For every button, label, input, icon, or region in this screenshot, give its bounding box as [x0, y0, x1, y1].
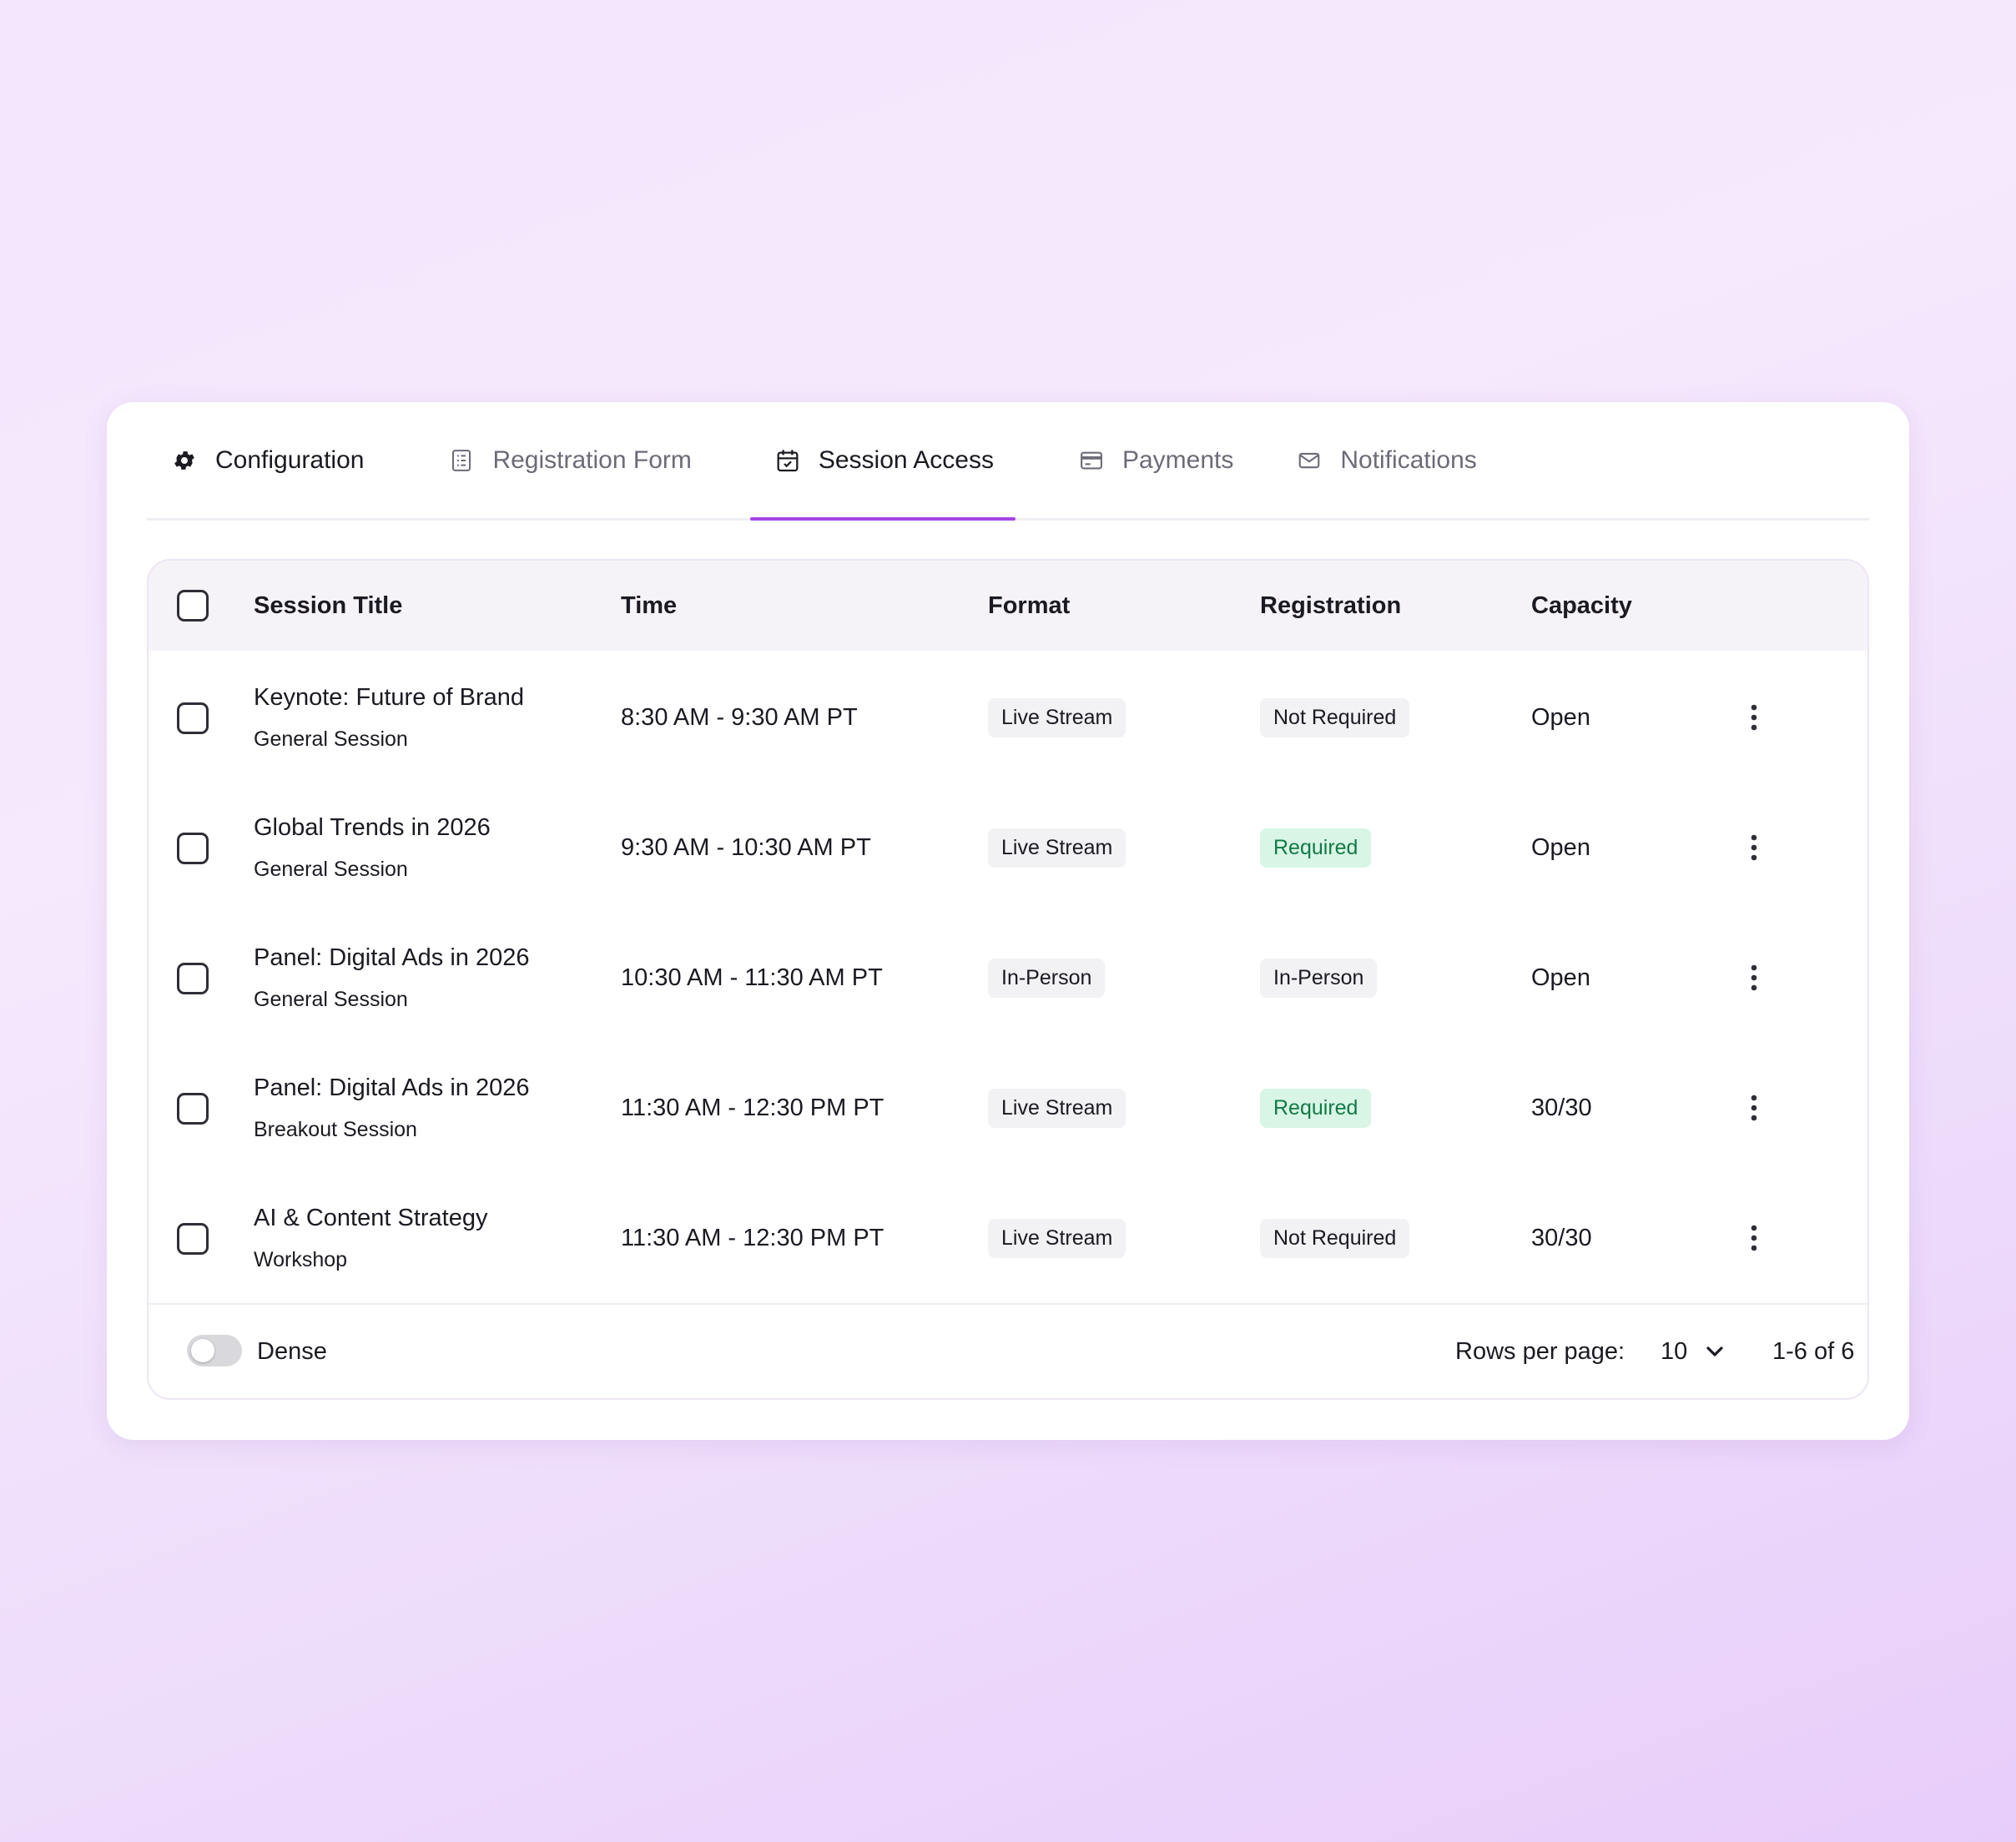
rows-per-page-value: 10 — [1661, 1337, 1688, 1365]
row-checkbox[interactable] — [177, 1223, 209, 1255]
dense-label: Dense — [257, 1337, 327, 1365]
session-title: Keynote: Future of Brand — [254, 684, 525, 711]
table-header: Session Title Time Format Registration C… — [149, 561, 1867, 651]
session-title: AI & Content Strategy — [254, 1205, 488, 1231]
tab-session-access[interactable]: Session Access — [749, 402, 1016, 521]
table-row[interactable]: AI & Content Strategy Workshop 11:30 AM … — [149, 1173, 1867, 1303]
session-type: Breakout Session — [254, 1118, 417, 1141]
row-checkbox[interactable] — [177, 1093, 209, 1125]
tab-bar: Configuration Registration Form Session … — [147, 402, 1869, 521]
form-icon — [447, 446, 476, 475]
table-row[interactable]: Panel: Digital Ads in 2026 Breakout Sess… — [149, 1043, 1867, 1173]
row-checkbox[interactable] — [177, 963, 209, 994]
session-time: 11:30 AM - 12:30 PM PT — [621, 1224, 885, 1251]
session-title: Panel: Digital Ads in 2026 — [254, 944, 530, 971]
pagination-range: 1-6 of 6 — [1772, 1337, 1855, 1365]
more-options-icon[interactable] — [1737, 652, 1771, 783]
table-row[interactable]: Keynote: Future of Brand General Session… — [149, 652, 1867, 783]
format-badge: Live Stream — [988, 828, 1126, 868]
settings-card: Configuration Registration Form Session … — [107, 402, 1909, 1440]
capacity-value: Open — [1531, 833, 1590, 861]
session-type: Workshop — [254, 1248, 348, 1271]
format-badge: Live Stream — [988, 697, 1126, 737]
session-type: General Session — [254, 858, 408, 881]
chevron-down-icon — [1706, 1346, 1724, 1357]
sessions-table: Session Title Time Format Registration C… — [147, 559, 1869, 1400]
tab-label: Registration Form — [492, 445, 692, 474]
row-checkbox[interactable] — [177, 702, 209, 734]
session-title: Global Trends in 2026 — [254, 814, 491, 841]
format-badge: In-Person — [988, 958, 1106, 998]
select-all-checkbox[interactable] — [177, 590, 209, 622]
calendar-check-icon — [774, 446, 802, 475]
registration-badge: Required — [1260, 1088, 1372, 1128]
more-options-icon[interactable] — [1737, 783, 1771, 913]
registration-badge: Not Required — [1260, 697, 1410, 737]
tab-label: Session Access — [818, 445, 994, 474]
capacity-value: 30/30 — [1531, 1094, 1592, 1121]
header-registration[interactable]: Registration — [1260, 561, 1401, 651]
format-badge: Live Stream — [988, 1218, 1126, 1258]
gear-icon — [170, 446, 199, 475]
more-options-icon[interactable] — [1737, 913, 1771, 1043]
tab-notifications[interactable]: Notifications — [1273, 402, 1498, 518]
table-footer: Dense Rows per page: 10 1-6 of 6 — [149, 1303, 1867, 1398]
session-type: General Session — [254, 988, 408, 1011]
registration-badge: Not Required — [1260, 1218, 1410, 1258]
rows-per-page-select[interactable]: 10 — [1661, 1305, 1724, 1398]
more-options-icon[interactable] — [1737, 1173, 1771, 1303]
session-type: General Session — [254, 727, 408, 751]
table-row[interactable]: Panel: Digital Ads in 2026 General Sessi… — [149, 913, 1867, 1043]
rows-per-page-label: Rows per page: — [1455, 1337, 1625, 1365]
tab-label: Notifications — [1340, 445, 1477, 474]
more-options-icon[interactable] — [1737, 1043, 1771, 1173]
capacity-value: Open — [1531, 703, 1590, 731]
toggle-knob — [191, 1339, 214, 1362]
session-time: 11:30 AM - 12:30 PM PT — [621, 1094, 885, 1121]
header-time[interactable]: Time — [621, 561, 677, 651]
registration-badge: Required — [1260, 828, 1372, 868]
session-time: 8:30 AM - 9:30 AM PT — [621, 703, 858, 731]
table-row[interactable]: Global Trends in 2026 General Session 9:… — [149, 783, 1867, 913]
header-format[interactable]: Format — [988, 561, 1070, 651]
capacity-value: Open — [1531, 964, 1590, 991]
tab-label: Payments — [1121, 445, 1234, 474]
session-time: 10:30 AM - 11:30 AM PT — [621, 964, 883, 991]
session-time: 9:30 AM - 10:30 AM PT — [621, 833, 871, 861]
tab-label: Configuration — [215, 445, 365, 474]
tab-payments[interactable]: Payments — [1056, 402, 1255, 518]
session-title: Panel: Digital Ads in 2026 — [254, 1074, 530, 1101]
mail-icon — [1295, 446, 1323, 475]
tab-registration-form[interactable]: Registration Form — [426, 402, 713, 518]
credit-card-icon — [1077, 446, 1106, 475]
row-checkbox[interactable] — [177, 833, 209, 864]
capacity-value: 30/30 — [1531, 1224, 1592, 1251]
header-session-title[interactable]: Session Title — [254, 561, 402, 651]
format-badge: Live Stream — [988, 1088, 1126, 1128]
header-capacity[interactable]: Capacity — [1531, 561, 1632, 651]
dense-toggle[interactable] — [187, 1335, 242, 1366]
tab-configuration[interactable]: Configuration — [147, 402, 386, 518]
registration-badge: In-Person — [1260, 958, 1378, 998]
